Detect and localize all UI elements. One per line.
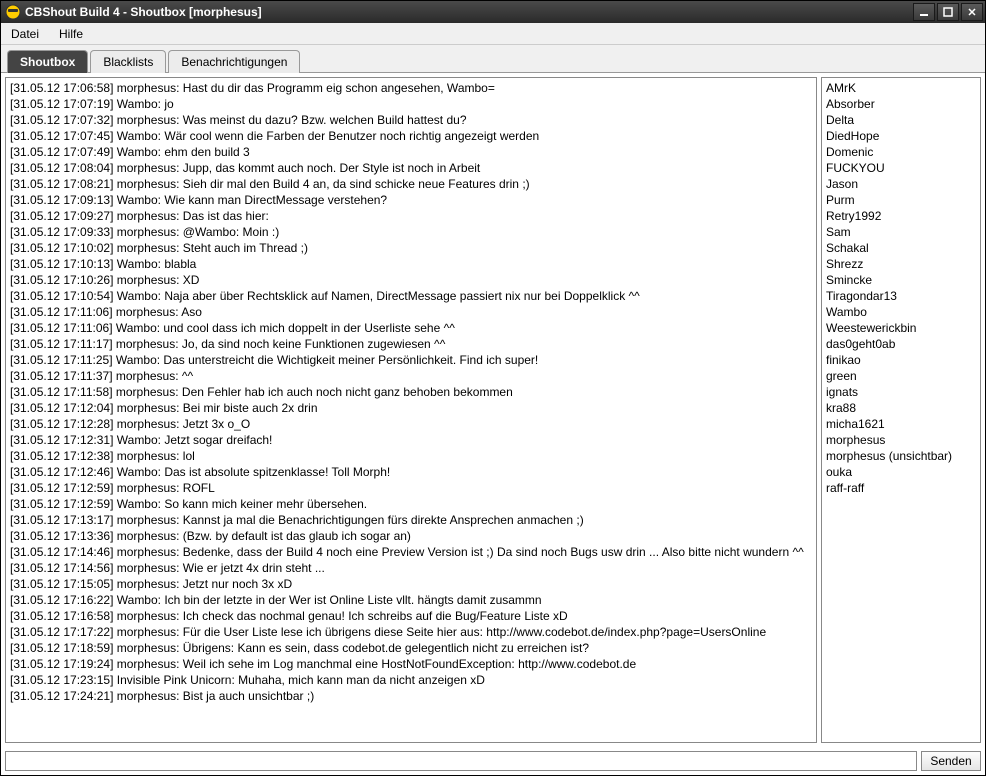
chat-line: [31.05.12 17:11:06] Wambo: und cool dass… <box>10 320 812 336</box>
chat-line: [31.05.12 17:09:27] morphesus: Das ist d… <box>10 208 812 224</box>
chat-line: [31.05.12 17:11:17] morphesus: Jo, da si… <box>10 336 812 352</box>
user-item[interactable]: green <box>826 368 976 384</box>
chat-line: [31.05.12 17:16:58] morphesus: Ich check… <box>10 608 812 624</box>
chat-line: [31.05.12 17:19:24] morphesus: Weil ich … <box>10 656 812 672</box>
menubar: Datei Hilfe <box>1 23 985 45</box>
chat-line: [31.05.12 17:12:46] Wambo: Das ist absol… <box>10 464 812 480</box>
tab-blacklists[interactable]: Blacklists <box>90 50 166 73</box>
chat-line: [31.05.12 17:17:22] morphesus: Für die U… <box>10 624 812 640</box>
user-item[interactable]: Delta <box>826 112 976 128</box>
menu-help[interactable]: Hilfe <box>53 25 89 43</box>
user-item[interactable]: Schakal <box>826 240 976 256</box>
chat-line: [31.05.12 17:24:21] morphesus: Bist ja a… <box>10 688 812 704</box>
chat-line: [31.05.12 17:11:06] morphesus: Aso <box>10 304 812 320</box>
chat-line: [31.05.12 17:12:59] Wambo: So kann mich … <box>10 496 812 512</box>
user-item[interactable]: DiedHope <box>826 128 976 144</box>
user-item[interactable]: morphesus <box>826 432 976 448</box>
user-item[interactable]: Sam <box>826 224 976 240</box>
chat-line: [31.05.12 17:12:28] morphesus: Jetzt 3x … <box>10 416 812 432</box>
chat-line: [31.05.12 17:07:32] morphesus: Was meins… <box>10 112 812 128</box>
user-item[interactable]: Absorber <box>826 96 976 112</box>
chat-line: [31.05.12 17:14:56] morphesus: Wie er je… <box>10 560 812 576</box>
chat-line: [31.05.12 17:10:13] Wambo: blabla <box>10 256 812 272</box>
user-item[interactable]: finikao <box>826 352 976 368</box>
user-item[interactable]: Domenic <box>826 144 976 160</box>
user-item[interactable]: micha1621 <box>826 416 976 432</box>
user-item[interactable]: Wambo <box>826 304 976 320</box>
user-item[interactable]: morphesus (unsichtbar) <box>826 448 976 464</box>
tabbar: Shoutbox Blacklists Benachrichtigungen <box>1 45 985 73</box>
chat-line: [31.05.12 17:12:04] morphesus: Bei mir b… <box>10 400 812 416</box>
chat-line: [31.05.12 17:10:26] morphesus: XD <box>10 272 812 288</box>
chat-log[interactable]: [31.05.12 17:06:58] morphesus: Hast du d… <box>5 77 817 743</box>
chat-line: [31.05.12 17:13:36] morphesus: (Bzw. by … <box>10 528 812 544</box>
chat-pane: [31.05.12 17:06:58] morphesus: Hast du d… <box>5 77 817 743</box>
chat-line: [31.05.12 17:09:33] morphesus: @Wambo: M… <box>10 224 812 240</box>
window-title: CBShout Build 4 - Shoutbox [morphesus] <box>25 5 913 19</box>
chat-line: [31.05.12 17:08:21] morphesus: Sieh dir … <box>10 176 812 192</box>
tab-shoutbox[interactable]: Shoutbox <box>7 50 88 73</box>
user-item[interactable]: FUCKYOU <box>826 160 976 176</box>
user-item[interactable]: Weestewerickbin <box>826 320 976 336</box>
chat-line: [31.05.12 17:15:05] morphesus: Jetzt nur… <box>10 576 812 592</box>
menu-file[interactable]: Datei <box>5 25 45 43</box>
maximize-button[interactable] <box>937 3 959 21</box>
chat-line: [31.05.12 17:14:46] morphesus: Bedenke, … <box>10 544 812 560</box>
chat-line: [31.05.12 17:12:31] Wambo: Jetzt sogar d… <box>10 432 812 448</box>
user-item[interactable]: raff-raff <box>826 480 976 496</box>
close-button[interactable] <box>961 3 983 21</box>
user-item[interactable]: Retry1992 <box>826 208 976 224</box>
user-item[interactable]: Tiragondar13 <box>826 288 976 304</box>
user-item[interactable]: AMrK <box>826 80 976 96</box>
chat-line: [31.05.12 17:07:19] Wambo: jo <box>10 96 812 112</box>
chat-line: [31.05.12 17:07:49] Wambo: ehm den build… <box>10 144 812 160</box>
app-icon <box>5 4 21 20</box>
chat-line: [31.05.12 17:18:59] morphesus: Übrigens:… <box>10 640 812 656</box>
user-item[interactable]: Jason <box>826 176 976 192</box>
titlebar: CBShout Build 4 - Shoutbox [morphesus] <box>1 1 985 23</box>
send-button[interactable]: Senden <box>921 751 981 771</box>
chat-line: [31.05.12 17:11:58] morphesus: Den Fehle… <box>10 384 812 400</box>
chat-line: [31.05.12 17:12:59] morphesus: ROFL <box>10 480 812 496</box>
chat-line: [31.05.12 17:23:15] Invisible Pink Unico… <box>10 672 812 688</box>
chat-line: [31.05.12 17:12:38] morphesus: lol <box>10 448 812 464</box>
app-window: CBShout Build 4 - Shoutbox [morphesus] D… <box>0 0 986 776</box>
chat-line: [31.05.12 17:09:13] Wambo: Wie kann man … <box>10 192 812 208</box>
user-item[interactable]: ouka <box>826 464 976 480</box>
input-row: Senden <box>1 747 985 775</box>
chat-line: [31.05.12 17:10:02] morphesus: Steht auc… <box>10 240 812 256</box>
window-controls <box>913 3 983 21</box>
user-item[interactable]: ignats <box>826 384 976 400</box>
user-item[interactable]: Purm <box>826 192 976 208</box>
chat-line: [31.05.12 17:06:58] morphesus: Hast du d… <box>10 80 812 96</box>
user-list[interactable]: AMrKAbsorberDeltaDiedHopeDomenicFUCKYOUJ… <box>821 77 981 743</box>
chat-line: [31.05.12 17:13:17] morphesus: Kannst ja… <box>10 512 812 528</box>
content-area: [31.05.12 17:06:58] morphesus: Hast du d… <box>1 73 985 747</box>
chat-line: [31.05.12 17:08:04] morphesus: Jupp, das… <box>10 160 812 176</box>
minimize-button[interactable] <box>913 3 935 21</box>
user-item[interactable]: das0geht0ab <box>826 336 976 352</box>
tab-notifications[interactable]: Benachrichtigungen <box>168 50 300 73</box>
user-item[interactable]: kra88 <box>826 400 976 416</box>
chat-line: [31.05.12 17:11:25] Wambo: Das unterstre… <box>10 352 812 368</box>
chat-line: [31.05.12 17:10:54] Wambo: Naja aber übe… <box>10 288 812 304</box>
chat-line: [31.05.12 17:11:37] morphesus: ^^ <box>10 368 812 384</box>
message-input[interactable] <box>5 751 917 771</box>
chat-line: [31.05.12 17:16:22] Wambo: Ich bin der l… <box>10 592 812 608</box>
chat-line: [31.05.12 17:07:45] Wambo: Wär cool wenn… <box>10 128 812 144</box>
user-item[interactable]: Shrezz <box>826 256 976 272</box>
user-item[interactable]: Smincke <box>826 272 976 288</box>
